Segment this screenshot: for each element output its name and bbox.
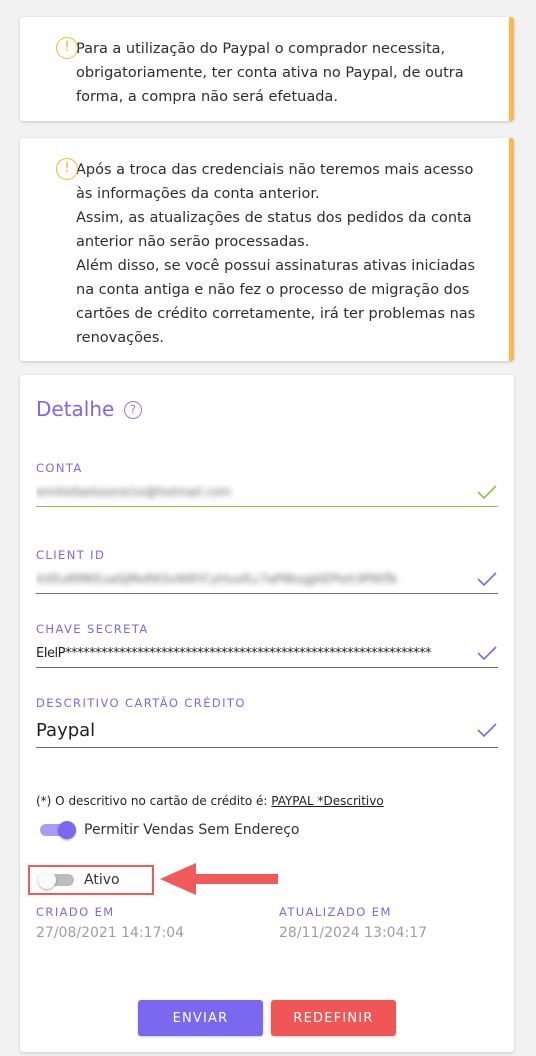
- descritivo-input[interactable]: Paypal: [36, 716, 498, 748]
- enviar-button[interactable]: ENVIAR: [138, 1000, 263, 1036]
- chave-secreta-field: CHAVE SECRETA EIelP*********************…: [36, 622, 498, 668]
- conta-field: CONTA emiliofaelssone1e@hotmail.com: [36, 461, 498, 507]
- ativo-toggle-row: Ativo: [38, 870, 120, 890]
- atualizado-em-label: ATUALIZADO EM: [279, 905, 392, 919]
- detail-title: Detalhe: [36, 397, 115, 421]
- check-icon: [477, 723, 497, 738]
- criado-em-value: 27/08/2021 14:17:04: [36, 925, 185, 941]
- check-icon: [477, 646, 497, 661]
- note-link[interactable]: PAYPAL *Descritivo: [271, 794, 383, 808]
- paypal-warning-alert: ! Para a utilização do Paypal o comprado…: [20, 17, 514, 121]
- alert-line: Além disso, se você possui assinaturas a…: [76, 258, 476, 346]
- warning-icon: !: [56, 158, 78, 180]
- alert-line: Assim, as atualizações de status dos ped…: [76, 210, 472, 250]
- chave-secreta-input[interactable]: EIelP***********************************…: [36, 642, 498, 668]
- atualizado-em-value: 28/11/2024 13:04:17: [279, 925, 428, 941]
- descritivo-note: (*) O descritivo no cartão de crédito é:…: [36, 794, 384, 808]
- conta-label: CONTA: [36, 461, 83, 475]
- criado-em-label: CRIADO EM: [36, 905, 115, 919]
- alert-text: Para a utilização do Paypal o comprador …: [76, 41, 464, 105]
- atualizado-em: ATUALIZADO EM 28/11/2024 13:04:17: [279, 905, 427, 941]
- chave-secreta-label: CHAVE SECRETA: [36, 622, 149, 636]
- check-icon: [477, 485, 497, 500]
- detail-card: Detalhe ? CONTA emiliofaelssone1e@hotmai…: [20, 375, 514, 1052]
- ativo-toggle[interactable]: [38, 870, 76, 890]
- vendas-sem-endereco-toggle-row: Permitir Vendas Sem Endereço: [38, 820, 300, 840]
- vendas-sem-endereco-label: Permitir Vendas Sem Endereço: [84, 822, 300, 838]
- help-icon[interactable]: ?: [124, 401, 142, 419]
- alert-line: Após a troca das credenciais não teremos…: [76, 162, 474, 202]
- annotation-arrow-icon: [160, 863, 278, 895]
- note-prefix: (*) O descritivo no cartão de crédito é:: [36, 794, 272, 808]
- redefinir-button[interactable]: REDEFINIR: [271, 1000, 396, 1036]
- client-id-label: CLIENT ID: [36, 548, 106, 562]
- warning-icon: !: [56, 37, 78, 59]
- credentials-warning-alert: ! Após a troca das credenciais não terem…: [20, 138, 514, 361]
- chave-secreta-value: EIelP***********************************…: [36, 646, 432, 661]
- descritivo-value: Paypal: [36, 720, 96, 741]
- client-id-input[interactable]: AXEuRMKEuaSjMoRKSxW8YCyhlusfLc7aP8ksgJAE…: [36, 568, 498, 594]
- check-icon: [477, 572, 497, 587]
- client-id-field: CLIENT ID AXEuRMKEuaSjMoRKSxW8YCyhlusfLc…: [36, 548, 498, 594]
- descritivo-field: DESCRITIVO CARTÃO CRÉDITO Paypal: [36, 696, 498, 748]
- conta-input[interactable]: emiliofaelssone1e@hotmail.com: [36, 481, 498, 507]
- ativo-label: Ativo: [84, 872, 120, 888]
- client-id-value: AXEuRMKEuaSjMoRKSxW8YCyhlusfLc7aP8ksgJAE…: [36, 572, 398, 586]
- conta-value: emiliofaelssone1e@hotmail.com: [36, 485, 232, 499]
- vendas-sem-endereco-toggle[interactable]: [38, 820, 76, 840]
- descritivo-label: DESCRITIVO CARTÃO CRÉDITO: [36, 696, 246, 710]
- criado-em: CRIADO EM 27/08/2021 14:17:04: [36, 905, 184, 941]
